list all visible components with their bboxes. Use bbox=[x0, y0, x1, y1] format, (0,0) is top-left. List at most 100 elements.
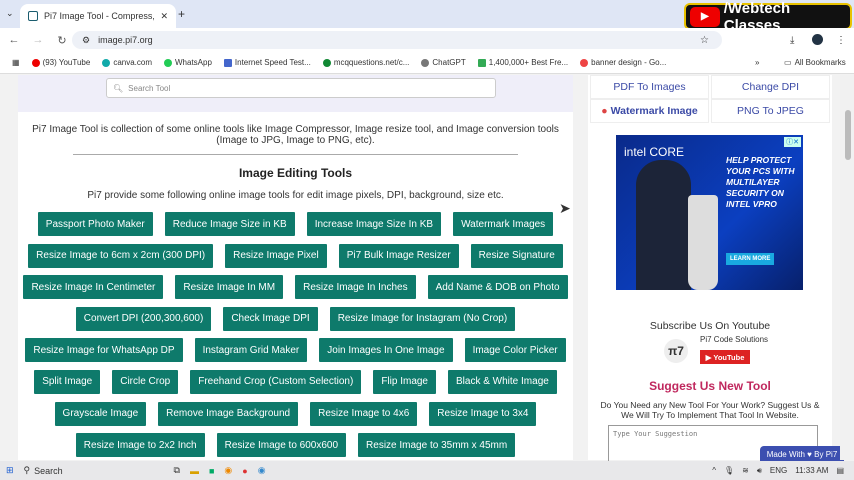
chrome-icon[interactable]: ◉ bbox=[224, 465, 232, 476]
volume-icon[interactable]: 🔊︎ bbox=[757, 466, 762, 476]
microphone-icon[interactable]: 🎙︎ bbox=[724, 466, 734, 475]
ad-close-icon[interactable]: ⓘ✕ bbox=[784, 137, 801, 147]
bookmark-chatgpt[interactable]: ChatGPT bbox=[421, 58, 466, 67]
link-pdf-to-images[interactable]: PDF To Images bbox=[590, 75, 709, 99]
suggest-description: Do You Need any New Tool For Your Work? … bbox=[600, 400, 820, 420]
tool-row: Resize Image In Centimeter Resize Image I… bbox=[18, 275, 573, 300]
tool-button[interactable]: Join Images In One Image bbox=[319, 338, 453, 363]
taskbar-search[interactable]: ⚲ Search bbox=[24, 465, 164, 476]
star-icon[interactable]: ☆ bbox=[700, 35, 709, 46]
tool-button[interactable]: Split Image bbox=[34, 369, 101, 394]
more-bookmarks-icon[interactable]: » bbox=[755, 58, 759, 67]
search-input[interactable]: 🔍︎ Search Tool bbox=[106, 78, 496, 98]
tool-button[interactable]: Resize Image to 6cm x 2cm (300 DPI) bbox=[28, 243, 214, 268]
bookmark-google[interactable]: banner design - Go... bbox=[580, 58, 666, 67]
tool-button[interactable]: Circle Crop bbox=[112, 369, 179, 394]
bookmark-mcq[interactable]: mcqquestions.net/c... bbox=[322, 58, 409, 67]
address-bar-row: ← → ↻ ⚙ image.pi7.org ☆ ⤓ ⋮ bbox=[0, 28, 854, 52]
chrome-active-icon[interactable]: ◉ bbox=[258, 465, 266, 476]
chevron-up-icon[interactable]: ^ bbox=[712, 466, 716, 475]
tool-button[interactable]: Resize Image Pixel bbox=[225, 243, 327, 268]
tool-button[interactable]: Resize Image to 600x600 bbox=[216, 433, 347, 458]
url-field[interactable]: ⚙ image.pi7.org bbox=[72, 31, 722, 49]
tool-button[interactable]: Resize Image In Centimeter bbox=[23, 275, 164, 300]
profile-avatar[interactable] bbox=[812, 34, 823, 45]
recorder-icon[interactable]: ● bbox=[242, 466, 247, 476]
wifi-icon[interactable]: ≋ bbox=[742, 466, 749, 475]
youtube-icon: ▶ bbox=[705, 352, 712, 362]
search-section: 🔍︎ Search Tool bbox=[18, 75, 573, 112]
clock[interactable]: 11:33 AM bbox=[795, 466, 828, 475]
back-icon[interactable]: ← bbox=[4, 34, 24, 46]
tool-button[interactable]: Resize Image to 2x2 Inch bbox=[75, 433, 205, 458]
tab-list-icon[interactable]: ⌄ bbox=[6, 8, 14, 19]
forward-icon[interactable]: → bbox=[28, 34, 48, 46]
youtube-subscribe-button[interactable]: ▶ YouTube bbox=[700, 350, 750, 364]
main-content: 🔍︎ Search Tool Pi7 Image Tool is collecti… bbox=[18, 75, 573, 460]
tool-row: Split Image Circle Crop Freehand Crop (Cus… bbox=[18, 369, 573, 394]
bookmarks-bar: ▦ (93) YouTube canva.com WhatsApp Intern… bbox=[0, 52, 854, 74]
link-png-to-jpeg[interactable]: PNG To JPEG bbox=[711, 99, 830, 123]
tool-button[interactable]: Resize Image to 4x6 bbox=[310, 401, 418, 426]
tool-button[interactable]: Resize Signature bbox=[470, 243, 563, 268]
search-placeholder: Search Tool bbox=[128, 83, 171, 93]
tool-button[interactable]: Black & White Image bbox=[448, 369, 557, 394]
all-bookmarks[interactable]: ▭ All Bookmarks bbox=[784, 58, 846, 67]
link-watermark-image[interactable]: ● Watermark Image bbox=[590, 99, 709, 123]
app-icon[interactable]: ■ bbox=[209, 466, 214, 476]
favicon-icon bbox=[28, 11, 38, 21]
intro-text: Pi7 Image Tool is collection of some onl… bbox=[32, 124, 559, 146]
ad-headline: HELP PROTECT YOUR PCS WITH MULTILAYER SE… bbox=[726, 155, 795, 209]
tool-button[interactable]: Resize Image for WhatsApp DP bbox=[25, 338, 183, 363]
tool-button[interactable]: Resize Image for Instagram (No Crop) bbox=[329, 306, 516, 331]
site-info-icon[interactable]: ⚙ bbox=[82, 35, 90, 46]
tool-button[interactable]: Resize Image to 3x4 bbox=[429, 401, 537, 426]
advertisement[interactable]: intel CORE HELP PROTECT YOUR PCS WITH MU… bbox=[616, 135, 803, 290]
language-indicator[interactable]: ENG bbox=[770, 466, 787, 475]
reload-icon[interactable]: ↻ bbox=[52, 34, 72, 47]
tool-button[interactable]: Reduce Image Size in KB bbox=[164, 212, 295, 236]
section-heading: Image Editing Tools bbox=[238, 166, 353, 180]
windows-start-icon[interactable]: ⊞ bbox=[6, 465, 14, 476]
tool-button[interactable]: Grayscale Image bbox=[54, 401, 147, 426]
task-view-icon[interactable]: ⧉ bbox=[174, 465, 180, 476]
tool-button[interactable]: Image Color Picker bbox=[464, 338, 566, 363]
tool-button[interactable]: Resize Image In MM bbox=[175, 275, 284, 300]
link-change-dpi[interactable]: Change DPI bbox=[711, 75, 830, 99]
menu-icon[interactable]: ⋮ bbox=[836, 35, 846, 46]
notifications-icon[interactable]: ▤ bbox=[836, 466, 844, 475]
tool-button[interactable]: Watermark Images bbox=[453, 212, 554, 236]
tool-button[interactable]: Add Name & DOB on Photo bbox=[427, 275, 568, 300]
tool-button[interactable]: Passport Photo Maker bbox=[37, 212, 153, 236]
new-tab-button[interactable]: + bbox=[178, 7, 185, 21]
tool-button[interactable]: Convert DPI (200,300,600) bbox=[75, 306, 212, 331]
bookmark-speedtest[interactable]: Internet Speed Test... bbox=[223, 58, 311, 67]
tool-button[interactable]: Resize Image In Inches bbox=[295, 275, 416, 300]
tool-row: Resize Image to 2x2 Inch Resize Image to … bbox=[18, 433, 573, 458]
download-icon[interactable]: ⤓ bbox=[790, 35, 794, 46]
tool-button[interactable]: Resize Image to 35mm x 45mm bbox=[358, 433, 516, 458]
file-explorer-icon[interactable]: ▬ bbox=[190, 466, 199, 476]
tool-button[interactable]: Remove Image Background bbox=[158, 401, 299, 426]
bookmark-youtube[interactable]: (93) YouTube bbox=[31, 58, 90, 67]
tool-button[interactable]: Pi7 Bulk Image Resizer bbox=[338, 243, 459, 268]
bookmark-freepik[interactable]: 1,400,000+ Best Fre... bbox=[477, 58, 568, 67]
tool-button[interactable]: Flip Image bbox=[373, 369, 436, 394]
bookmark-canva[interactable]: canva.com bbox=[102, 58, 152, 67]
apps-icon[interactable]: ▦ bbox=[12, 58, 20, 67]
tool-button[interactable]: Instagram Grid Maker bbox=[194, 338, 308, 363]
browser-tab[interactable]: Pi7 Image Tool - Compress, Re ✕ bbox=[20, 4, 176, 28]
tool-button[interactable]: Check Image DPI bbox=[223, 306, 318, 331]
bookmark-whatsapp[interactable]: WhatsApp bbox=[164, 58, 212, 67]
tool-row: Resize Image for WhatsApp DP Instagram Gr… bbox=[18, 338, 573, 363]
ad-kiosk-image bbox=[688, 195, 718, 290]
tool-button[interactable]: Increase Image Size In KB bbox=[306, 212, 442, 236]
scrollbar-thumb[interactable] bbox=[845, 110, 851, 160]
sidebar: PDF To Images Change DPI ● Watermark Imag… bbox=[588, 75, 832, 465]
url-text: image.pi7.org bbox=[98, 35, 153, 45]
made-with-badge[interactable]: Made With ♥ By Pi7 bbox=[760, 446, 844, 462]
ad-cta-button[interactable]: LEARN MORE bbox=[726, 253, 775, 265]
close-tab-icon[interactable]: ✕ bbox=[160, 11, 168, 22]
channel-name: Pi7 Code Solutions bbox=[700, 335, 769, 344]
tool-button[interactable]: Freehand Crop (Custom Selection) bbox=[190, 369, 362, 394]
